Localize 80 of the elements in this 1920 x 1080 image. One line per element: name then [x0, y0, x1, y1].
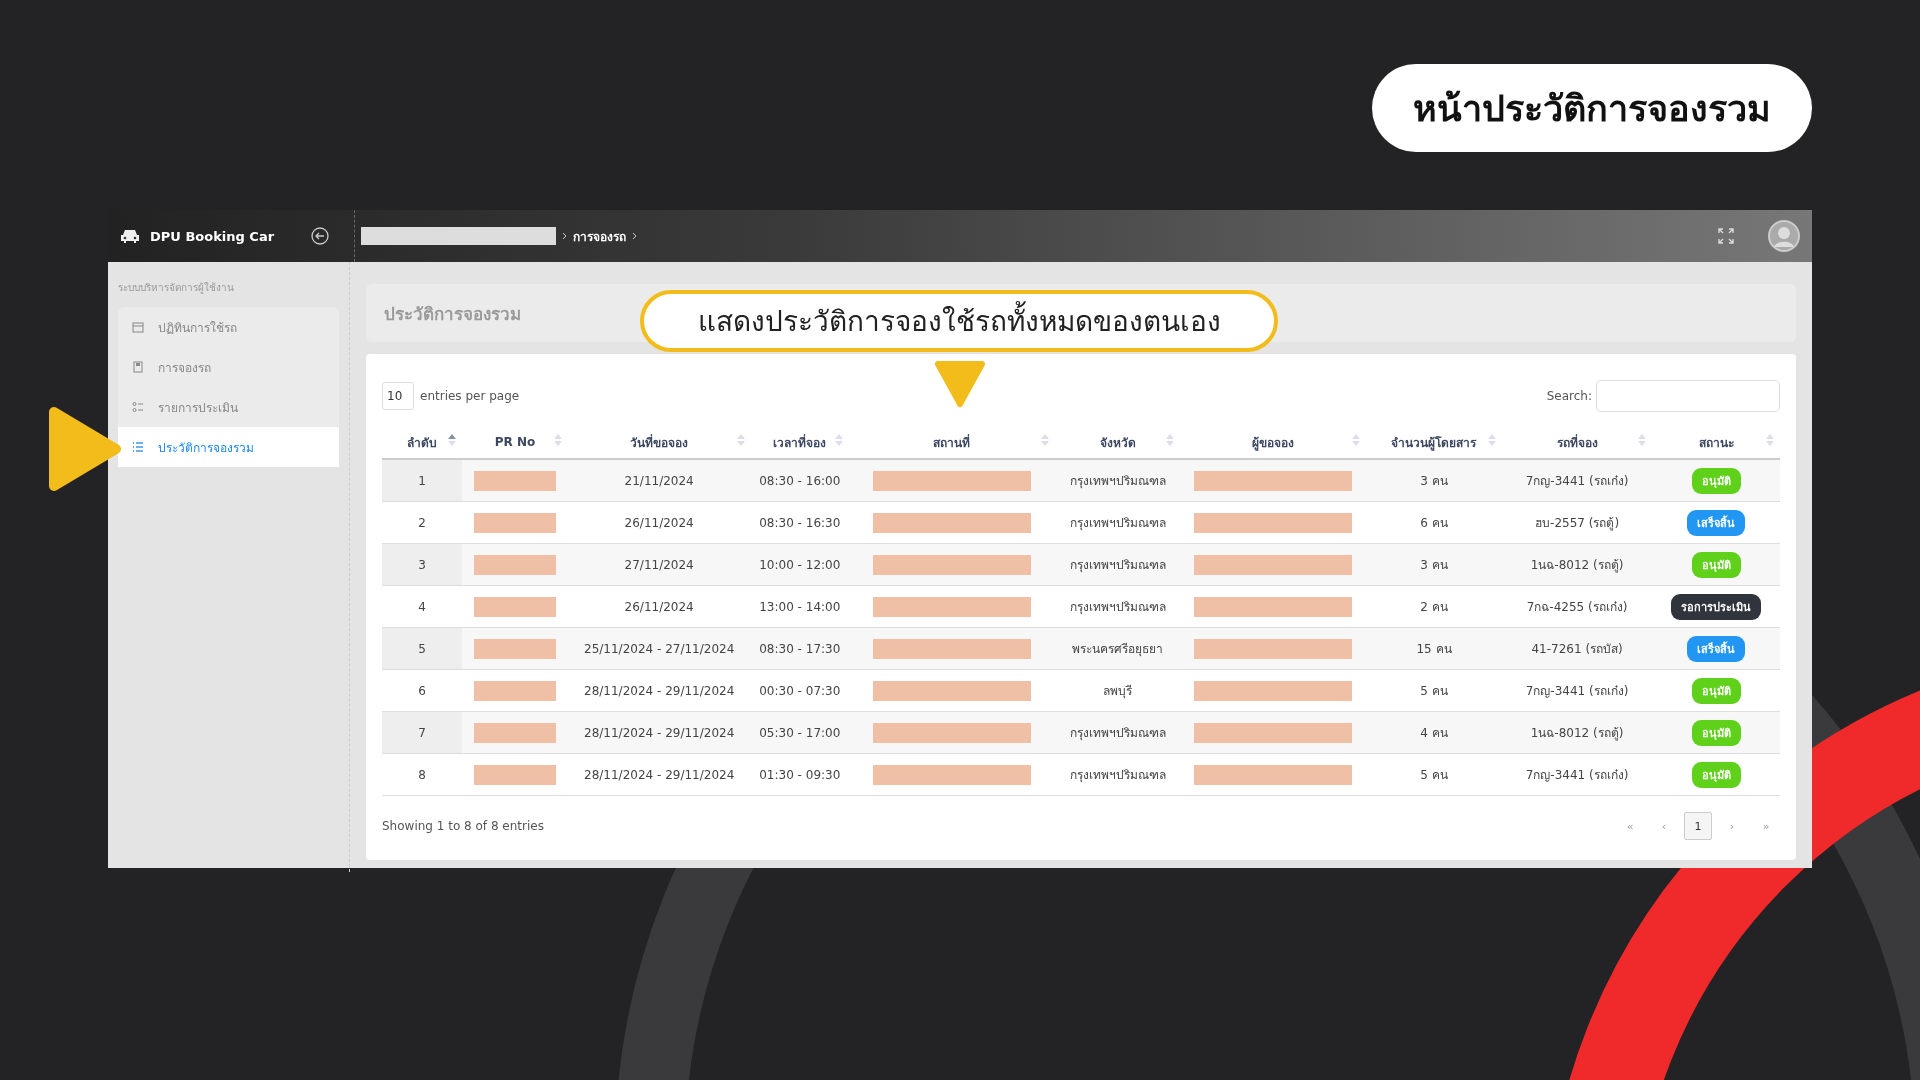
breadcrumb-link[interactable]: การจองรถ — [573, 226, 626, 246]
table-cell: 05:30 - 17:00 — [750, 711, 849, 754]
status-badge: อนุมัติ — [1691, 677, 1741, 704]
table-cell: 7กญ-3441 (รถเก๋ง) — [1501, 459, 1653, 502]
table-cell: 28/11/2024 - 29/11/2024 — [567, 711, 751, 754]
pointer-triangle-icon — [48, 406, 122, 492]
table-cell: 6 — [382, 669, 463, 712]
pagination-button[interactable]: 1 — [1684, 812, 1712, 840]
table-cell: 7 — [382, 711, 463, 754]
table-cell: 5 — [382, 627, 463, 670]
page-size-label: entries per page — [420, 389, 520, 403]
chevron-icon — [632, 232, 637, 240]
table-cell: 01:30 - 09:30 — [750, 753, 849, 796]
page-size-select[interactable]: 10 — [382, 382, 414, 410]
sidebar-section-title: ระบบบริหารจัดการผู้ใช้งาน — [118, 281, 235, 295]
table-cell: กรุงเทพฯปริมณฑล — [1054, 753, 1181, 796]
status-badge: อนุมัติ — [1691, 551, 1741, 578]
table-cell: 26/11/2024 — [567, 585, 751, 628]
table-cell: 25/11/2024 - 27/11/2024 — [567, 627, 751, 670]
table-cell: 21/11/2024 — [567, 459, 751, 502]
table-cell: 13:00 - 14:00 — [750, 585, 849, 628]
table-cell: 7กฉ-4255 (รถเก๋ง) — [1501, 585, 1653, 628]
table-cell: 3 — [382, 543, 463, 586]
table-cell: กรุงเทพฯปริมณฑล — [1054, 543, 1181, 586]
table-cell: 00:30 - 07:30 — [750, 669, 849, 712]
table-cell: กรุงเทพฯปริมณฑล — [1054, 459, 1181, 502]
table-cell: 2 คน — [1366, 585, 1502, 628]
table-cell: 26/11/2024 — [567, 501, 751, 544]
status-badge: เสร็จสิ้น — [1687, 635, 1746, 662]
table-cell: 7กญ-3441 (รถเก๋ง) — [1501, 753, 1653, 796]
table-cell: 41-7261 (รถบัส) — [1501, 627, 1653, 670]
search-field[interactable] — [1596, 380, 1780, 412]
table-cell: 08:30 - 17:30 — [750, 627, 849, 670]
table-cell: 28/11/2024 - 29/11/2024 — [567, 753, 751, 796]
status-badge: อนุมัติ — [1691, 719, 1741, 746]
table-cell: 1นฉ-8012 (รถตู้) — [1501, 711, 1653, 754]
avatar-icon[interactable] — [1768, 220, 1800, 252]
car-icon — [120, 228, 140, 244]
table-cell: ลพบุรี — [1054, 669, 1181, 712]
table-cell: 3 คน — [1366, 543, 1502, 586]
checklist-icon — [132, 401, 144, 413]
table-cell: 4 คน — [1366, 711, 1502, 754]
slide-title: หน้าประวัติการจองรวม — [1372, 64, 1812, 152]
chevron-icon — [562, 232, 567, 240]
table-cell: กรุงเทพฯปริมณฑล — [1054, 501, 1181, 544]
entries-info: Showing 1 to 8 of 8 entries — [382, 819, 544, 833]
table-cell: 6 คน — [1366, 501, 1502, 544]
status-badge: อนุมัติ — [1691, 467, 1741, 494]
table-cell: 15 คน — [1366, 627, 1502, 670]
table-cell: 27/11/2024 — [567, 543, 751, 586]
table-cell: กรุงเทพฯปริมณฑล — [1054, 585, 1181, 628]
list-icon — [132, 441, 144, 453]
book-icon — [132, 361, 144, 373]
status-badge: อนุมัติ — [1691, 761, 1741, 788]
search-label: Search: — [1546, 389, 1592, 403]
table-cell: 1 — [382, 459, 463, 502]
callout-bubble: แสดงประวัติการจองใช้รถทั้งหมดของตนเอง — [640, 290, 1278, 352]
table-cell: 2 — [382, 501, 463, 544]
status-badge: รอการประเมิน — [1671, 593, 1762, 620]
table-cell: 08:30 - 16:00 — [750, 459, 849, 502]
table-cell: กรุงเทพฯปริมณฑล — [1054, 711, 1181, 754]
table-cell: พระนครศรีอยุธยา — [1054, 627, 1181, 670]
app-brand: DPU Booking Car — [150, 228, 276, 244]
table-cell: 28/11/2024 - 29/11/2024 — [567, 669, 751, 712]
table-cell: 3 คน — [1366, 459, 1502, 502]
status-badge: เสร็จสิ้น — [1687, 509, 1746, 536]
table-cell: 5 คน — [1366, 753, 1502, 796]
table-cell: 4 — [382, 585, 463, 628]
page-title: ประวัติการจองรวม — [384, 302, 521, 326]
fullscreen-icon[interactable] — [1718, 228, 1734, 244]
table-cell: 10:00 - 12:00 — [750, 543, 849, 586]
table-cell: 1นฉ-8012 (รถตู้) — [1501, 543, 1653, 586]
table-cell: 5 คน — [1366, 669, 1502, 712]
table-cell: ฮบ-2557 (รถตู้) — [1501, 501, 1653, 544]
calendar-icon — [132, 321, 144, 333]
table-cell: 8 — [382, 753, 463, 796]
table-cell: 08:30 - 16:30 — [750, 501, 849, 544]
pointer-triangle-icon — [934, 360, 986, 408]
sidebar-item[interactable]: ประวัติการจองรวม — [118, 427, 339, 467]
table-cell: 7กญ-3441 (รถเก๋ง) — [1501, 669, 1653, 712]
